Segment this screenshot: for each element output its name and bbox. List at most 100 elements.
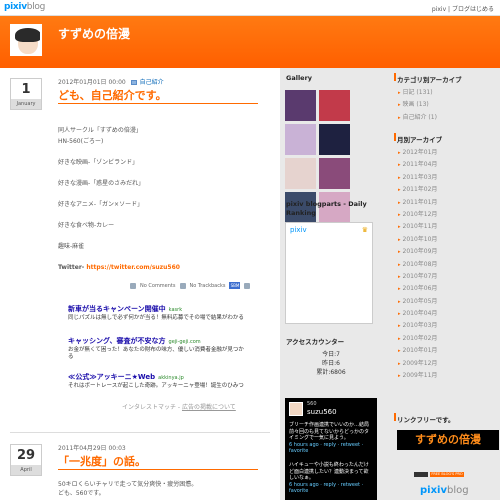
post-line: 好きな食べ物-カレー bbox=[58, 222, 115, 229]
title-accent bbox=[394, 73, 396, 81]
month-item[interactable]: 2011年02月 bbox=[398, 184, 438, 196]
footer-logo-pixiv: pixiv bbox=[420, 485, 447, 496]
main-column: 1 January 2012年01月01日 00:00 自己紹介 ども、自己紹介… bbox=[0, 68, 280, 500]
tweet: ハイキューや小説も終わったんだけど面白連携したい？連動決まって欲しいなぁ。 6 … bbox=[289, 462, 373, 495]
twitter-link[interactable]: https://twitter.com/suzu560 bbox=[86, 264, 180, 271]
tweet-text: ハイキューや小説も終わったんだけど面白連携したい？連動決まって欲しいなぁ。 bbox=[289, 462, 369, 481]
title-divider bbox=[58, 103, 258, 104]
counter-yesterday: 昨日:6 bbox=[322, 360, 340, 367]
month-item[interactable]: 2009年12月 bbox=[398, 358, 438, 370]
post-title[interactable]: 「一兆度」の話。 bbox=[58, 453, 146, 469]
post-category-link[interactable]: 自己紹介 bbox=[140, 79, 164, 86]
post-date-box: 29 April bbox=[10, 444, 42, 476]
ad-host[interactable]: kasrk bbox=[169, 307, 182, 313]
month-item[interactable]: 2010年12月 bbox=[398, 209, 438, 221]
gallery-thumb[interactable] bbox=[285, 124, 316, 155]
trackbacks-link[interactable]: No Trackbacks bbox=[190, 283, 226, 289]
month-item[interactable]: 2010年09月 bbox=[398, 246, 438, 258]
gallery-thumb[interactable] bbox=[285, 158, 316, 189]
twitter-num: 560 bbox=[307, 401, 317, 407]
twitter-avatar[interactable] bbox=[289, 402, 303, 416]
tweet-icon[interactable] bbox=[244, 282, 251, 289]
post-line: 50キロくらいチャリで走って気分爽快・疲労困憊。 bbox=[58, 481, 198, 488]
post-meta: 2012年01月01日 00:00 自己紹介 bbox=[58, 77, 164, 86]
ad-host[interactable]: akkinya.jp bbox=[158, 375, 184, 381]
ad-title[interactable]: 新車が当るキャンペーン開催中 bbox=[68, 305, 166, 313]
month-item[interactable]: 2010年03月 bbox=[398, 320, 438, 332]
post-separator bbox=[10, 432, 270, 433]
tweet-actions[interactable]: 6 hours ago · reply · retweet · favorite bbox=[289, 442, 373, 455]
tweet-actions[interactable]: 6 hours ago · reply · retweet · favorite bbox=[289, 482, 373, 495]
month-item[interactable]: 2010年08月 bbox=[398, 259, 438, 271]
gallery-thumb[interactable] bbox=[319, 158, 350, 189]
blog-header: すずめの倍漫 bbox=[0, 16, 500, 68]
gallery-thumb[interactable] bbox=[319, 124, 350, 155]
pixiv-blog-logo[interactable]: pixivblog bbox=[4, 2, 45, 12]
month-item[interactable]: 2010年10月 bbox=[398, 234, 438, 246]
month-item[interactable]: 2010年01月 bbox=[398, 345, 438, 357]
ad-item: 新車が当るキャンペーン開催中 kasrk 同じパズルは無しで必ず何かが当る！無料応… bbox=[68, 304, 248, 322]
ad-title[interactable]: キャッシング、審査が不安な方 bbox=[68, 337, 166, 345]
month-item[interactable]: 2011年04月 bbox=[398, 159, 438, 171]
ad-footer-link[interactable]: 広告の掲載について bbox=[182, 404, 236, 411]
post-title[interactable]: ども、自己紹介です。 bbox=[58, 87, 167, 103]
post-date-box: 1 January bbox=[10, 78, 42, 110]
category-list: 日記 (131) 映画 (13) 自己紹介 (1) bbox=[398, 87, 437, 124]
ad-desc: それはボートレースが起こした奇跡。アッキーニャ登場！誕生のひみつ bbox=[68, 383, 244, 389]
month-item[interactable]: 2011年03月 bbox=[398, 172, 438, 184]
post-line: 趣味-麻雀 bbox=[58, 243, 85, 250]
access-counter: 今日:7 昨日:6 累計:6806 bbox=[286, 350, 376, 377]
twitter-username[interactable]: suzu560 bbox=[307, 408, 337, 416]
ad-host[interactable]: geji-geji.com bbox=[169, 339, 201, 345]
counter-total: 累計:6806 bbox=[316, 369, 346, 376]
badge-left bbox=[414, 472, 428, 477]
ranking-title: pixiv blogparts - Daily Ranking bbox=[286, 200, 367, 217]
top-links[interactable]: pixiv | ブログはじめる bbox=[432, 4, 494, 13]
ad-desc: 同じパズルは無しで必ず何かが当る！無料応募でその場で結果がわかる bbox=[68, 315, 244, 321]
ad-title-row: キャッシング、審査が不安な方 geji-geji.com bbox=[68, 336, 248, 346]
post-line: HN-560(ごろー) bbox=[58, 138, 104, 145]
month-item[interactable]: 2010年02月 bbox=[398, 333, 438, 345]
category-item[interactable]: 日記 (131) bbox=[398, 87, 437, 99]
post-body: 50キロくらいチャリで走って気分爽快・疲労困憊。 ども、560です。 bbox=[58, 480, 268, 500]
post-date: 2012年01月01日 00:00 bbox=[58, 79, 126, 86]
month-item[interactable]: 2012年01月 bbox=[398, 147, 438, 159]
share-bookmark-icon[interactable]: SBM bbox=[229, 282, 241, 289]
ad-title[interactable]: ≪公式≫アッキーニ★Web bbox=[68, 373, 155, 381]
month-item[interactable]: 2010年06月 bbox=[398, 283, 438, 295]
ad-title-row: ≪公式≫アッキーニ★Web akkinya.jp bbox=[68, 372, 248, 382]
month-item[interactable]: 2010年04月 bbox=[398, 308, 438, 320]
avatar[interactable] bbox=[10, 24, 42, 56]
logo-pixiv-text: pixiv bbox=[4, 2, 27, 12]
month-item[interactable]: 2011年01月 bbox=[398, 197, 438, 209]
avatar-hair bbox=[15, 28, 40, 42]
ad-item: ≪公式≫アッキーニ★Web akkinya.jp それはボートレースが起こした奇跡… bbox=[68, 372, 248, 390]
tweet-text: ブリーチ作画連携でいいのか…結局前々回のも見てないからどっかのタイミングで一気に… bbox=[289, 422, 370, 441]
pixiv-blog-footer-logo[interactable]: pixivblog bbox=[420, 485, 469, 496]
month-item[interactable]: 2010年11月 bbox=[398, 221, 438, 233]
ranking-widget[interactable]: pixiv ♛ bbox=[285, 222, 373, 324]
month-item[interactable]: 2010年07月 bbox=[398, 271, 438, 283]
link-banner[interactable]: すずめの倍漫 bbox=[397, 430, 499, 450]
month-item[interactable]: 2010年05月 bbox=[398, 296, 438, 308]
post-line: ども、560です。 bbox=[58, 490, 105, 497]
comments-link[interactable]: No Comments bbox=[140, 283, 176, 289]
top-bar: pixivblog pixiv | ブログはじめる bbox=[0, 0, 500, 16]
twitter-label: Twitter- bbox=[58, 264, 87, 271]
monthly-archive-title: 月別アーカイブ bbox=[397, 136, 443, 144]
title-accent bbox=[394, 133, 396, 141]
category-item[interactable]: 映画 (13) bbox=[398, 99, 437, 111]
gallery-thumb[interactable] bbox=[285, 90, 316, 121]
post-date: 2011年04月29日 00:03 bbox=[58, 445, 126, 452]
month-item[interactable]: 2009年11月 bbox=[398, 370, 438, 382]
post-month: January bbox=[11, 99, 41, 109]
ad-title-row: 新車が当るキャンペーン開催中 kasrk bbox=[68, 304, 248, 314]
category-item[interactable]: 自己紹介 (1) bbox=[398, 112, 437, 124]
link-free-title: リンクフリーです。 bbox=[397, 416, 455, 424]
counter-title: アクセスカウンター bbox=[286, 338, 345, 346]
gallery-thumb[interactable] bbox=[319, 90, 350, 121]
blog-title[interactable]: すずめの倍漫 bbox=[58, 25, 130, 42]
folder-icon bbox=[130, 80, 137, 85]
post-line: 同人サークル「すずめの倍漫」 bbox=[58, 127, 142, 134]
blog-badge[interactable]: FREE BLOG'S PRO bbox=[414, 472, 464, 477]
